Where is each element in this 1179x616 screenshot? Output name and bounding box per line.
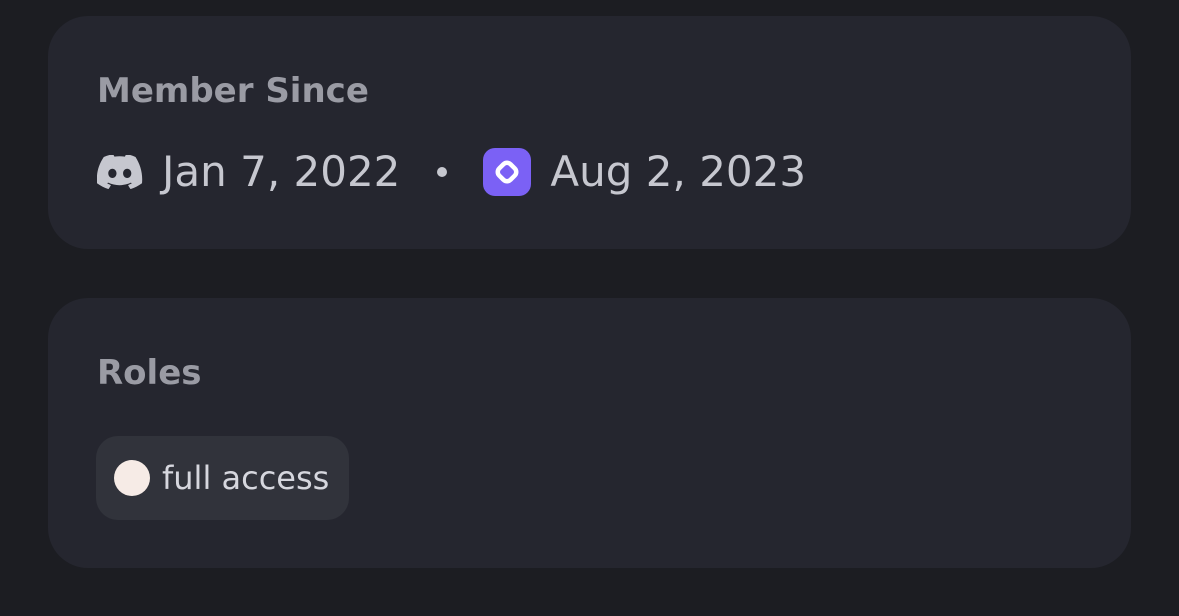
member-since-title: Member Since [97, 71, 369, 111]
separator-dot [437, 167, 448, 177]
server-join-date: Aug 2, 2023 [550, 147, 807, 196]
role-chip-full-access[interactable]: full access [96, 436, 350, 520]
discord-logo-icon [96, 154, 143, 190]
role-label: full access [162, 459, 330, 497]
member-since-card: Member Since Jan 7, 2022 Aug 2, 2023 [48, 16, 1131, 249]
discord-join-date: Jan 7, 2022 [162, 147, 401, 196]
roles-card: Roles full access [48, 298, 1131, 568]
member-since-dates: Jan 7, 2022 Aug 2, 2023 [96, 146, 807, 198]
server-icon [483, 148, 532, 196]
roles-title: Roles [97, 353, 202, 393]
role-color-dot [114, 460, 150, 496]
